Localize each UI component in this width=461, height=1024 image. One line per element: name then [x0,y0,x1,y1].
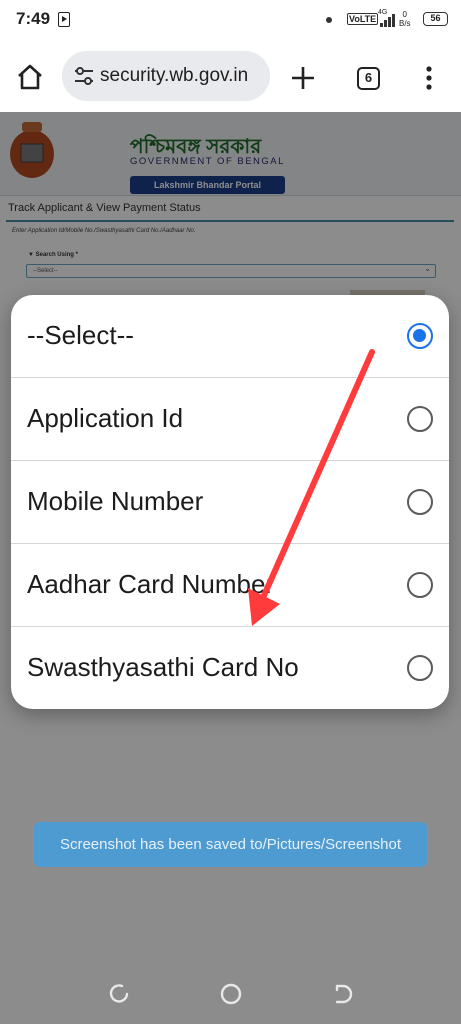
option-select[interactable]: --Select-- [11,295,449,378]
radio-icon[interactable] [407,572,433,598]
volte-badge: VoLTE [347,13,379,25]
home-icon[interactable] [16,64,44,90]
signal-icon [380,13,395,27]
status-bar: 7:49 VoLTE 4G 0 B/s 56 [0,0,461,40]
clock: 7:49 [16,9,51,28]
new-tab-icon[interactable] [290,65,316,91]
tab-switcher-button[interactable]: 6 [357,67,380,90]
option-label: Application Id [27,403,184,433]
site-settings-icon[interactable] [74,66,94,86]
radio-icon[interactable] [407,406,433,432]
data-speed: 0 B/s [399,10,411,28]
option-label: Swasthyasathi Card No [27,652,299,682]
recent-apps-icon[interactable] [107,982,131,1006]
radio-selected-icon[interactable] [407,323,433,349]
radio-icon[interactable] [407,489,433,515]
option-label: Aadhar Card Number [27,569,275,599]
option-label: Mobile Number [27,486,204,516]
option-aadhar-card-number[interactable]: Aadhar Card Number [11,544,449,627]
option-mobile-number[interactable]: Mobile Number [11,461,449,544]
speed-unit: B/s [399,19,411,28]
notification-dot-icon [326,17,332,23]
back-icon[interactable] [331,982,355,1006]
screenshot-toast: Screenshot has been saved to/Pictures/Sc… [34,822,427,867]
option-application-id[interactable]: Application Id [11,378,449,461]
speed-value: 0 [402,10,407,19]
address-bar[interactable]: security.wb.gov.in [62,51,270,101]
url-text: security.wb.gov.in [100,65,249,86]
option-swasthyasathi-card-no[interactable]: Swasthyasathi Card No [11,627,449,709]
select-dialog: --Select-- Application Id Mobile Number … [11,295,449,709]
battery-icon: 56 [423,12,448,26]
system-nav-bar [0,960,461,1024]
more-menu-icon[interactable] [425,65,433,91]
home-button-icon[interactable] [219,982,243,1006]
radio-icon[interactable] [407,655,433,681]
browser-toolbar: security.wb.gov.in 6 [0,40,461,112]
screen-record-icon [58,12,70,27]
option-label: --Select-- [27,320,134,350]
